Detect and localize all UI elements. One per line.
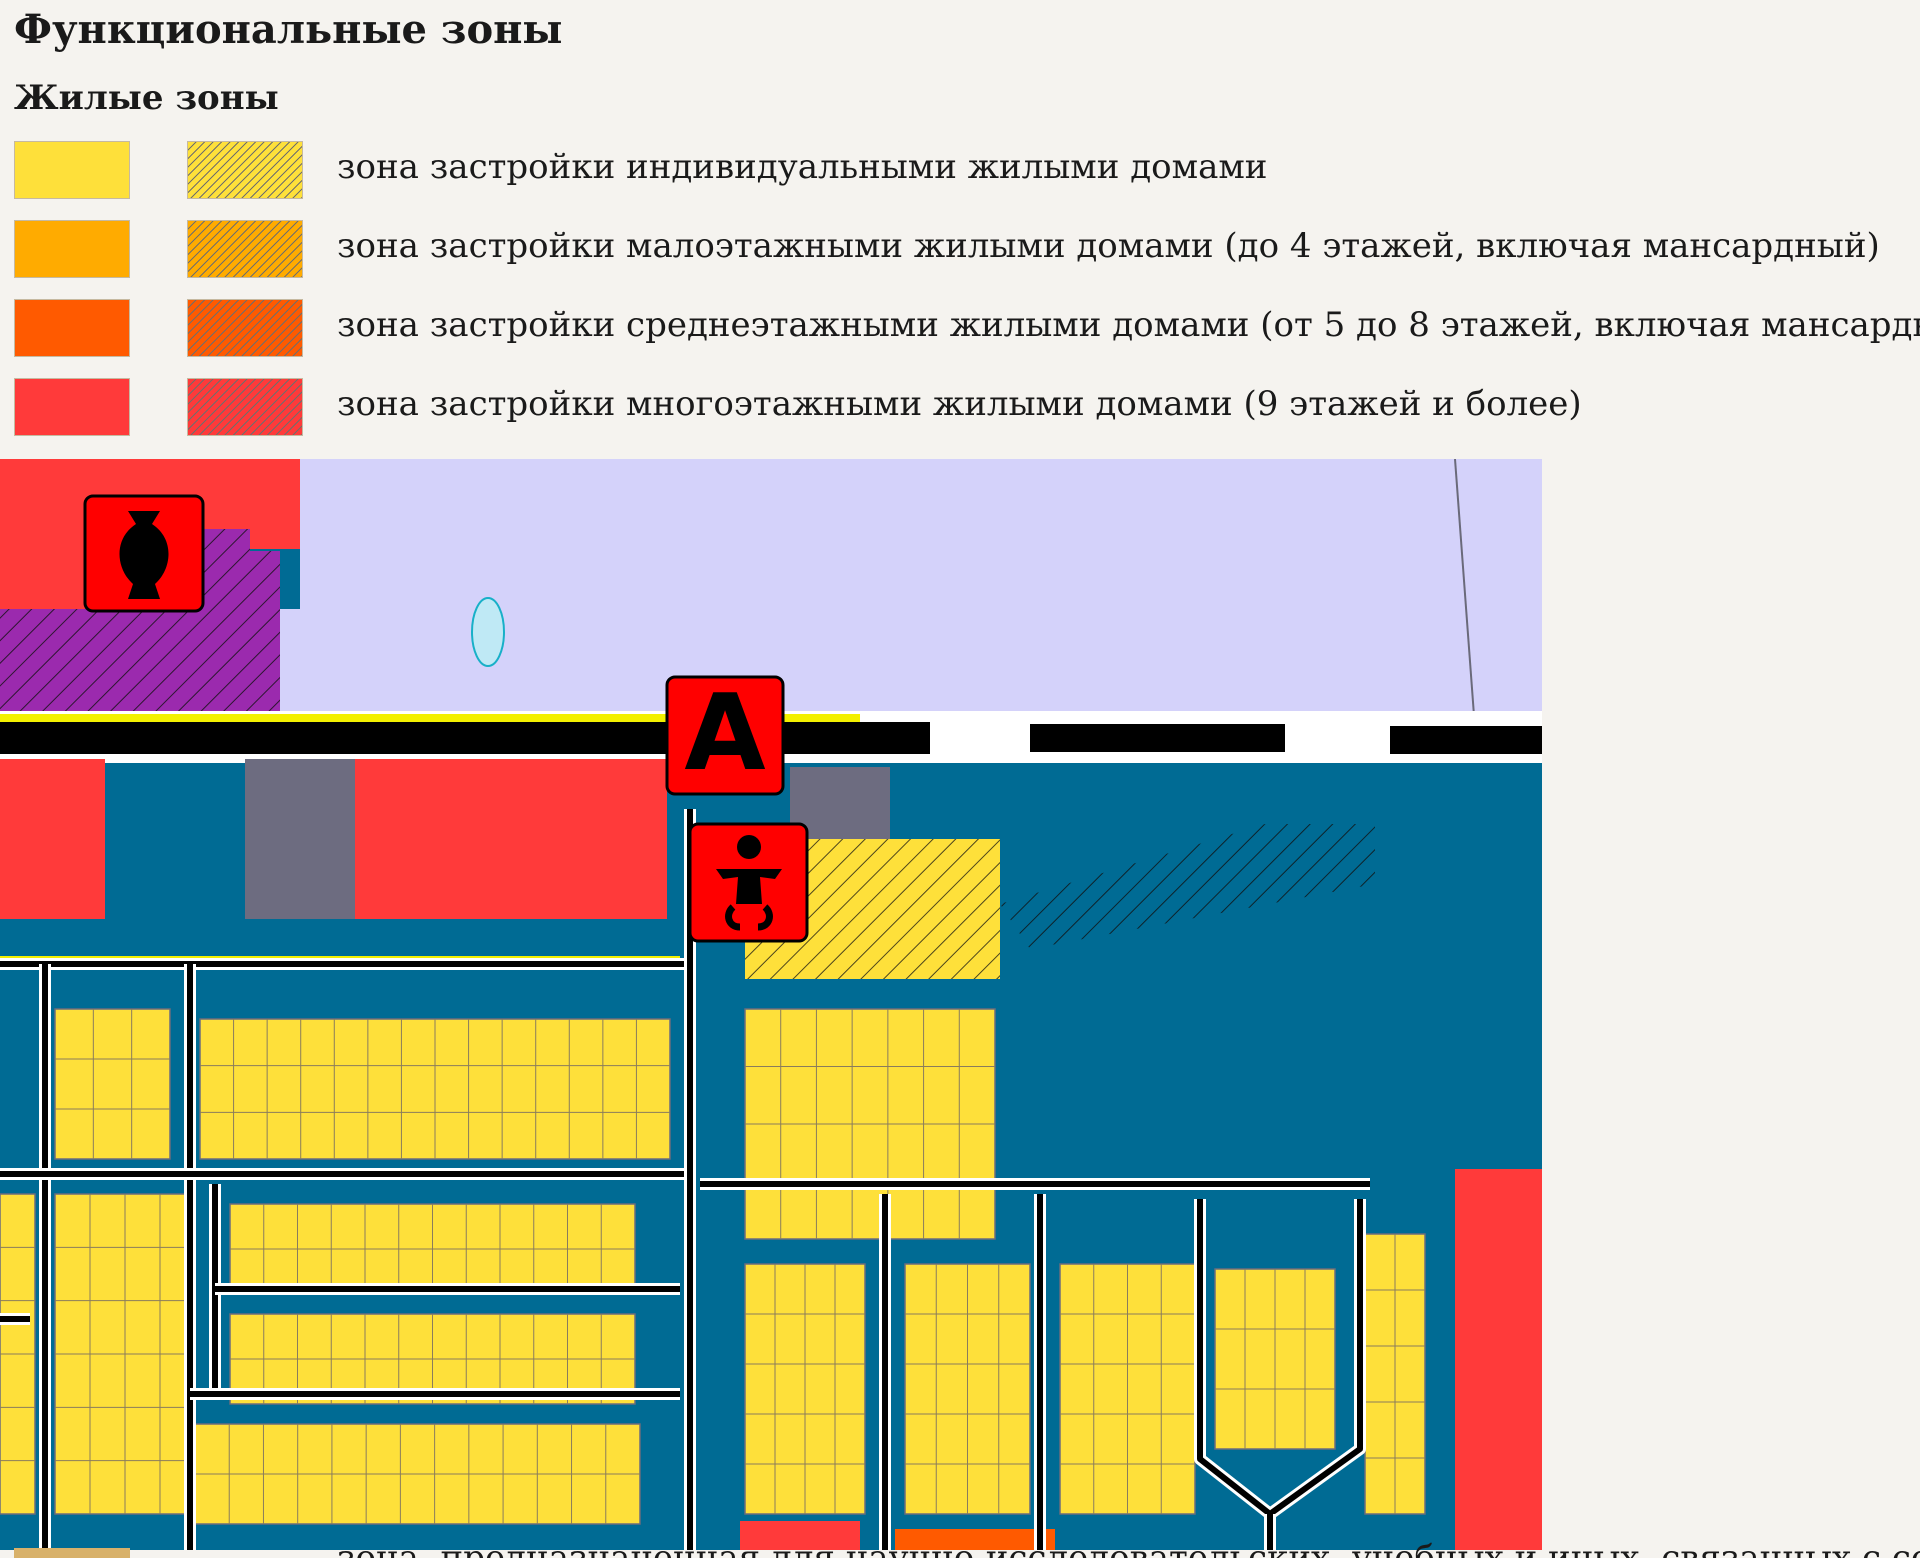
page-title: Функциональные зоны <box>14 6 563 53</box>
legend-label: зона застройки многоэтажными жилыми дома… <box>337 384 1582 424</box>
road-main-black <box>0 722 930 754</box>
bus-stop-letter: A <box>684 672 765 794</box>
legend-swatch-hatched <box>187 299 303 357</box>
zone-high-rise <box>0 759 105 919</box>
legend-row: зона застройки индивидуальными жилыми до… <box>0 141 1920 201</box>
child-icon-head <box>737 835 761 859</box>
legend-swatch-solid <box>14 378 130 436</box>
legend-swatch-hatched <box>187 378 303 436</box>
legend-label: зона застройки малоэтажными жилыми домам… <box>337 226 1880 266</box>
legend-swatch-solid <box>14 299 130 357</box>
section-title: Жилые зоны <box>14 78 279 118</box>
legend-swatch-hatched <box>187 141 303 199</box>
zone-grey <box>245 759 355 919</box>
legend-swatch-cutoff <box>14 1548 130 1558</box>
legend-swatch-solid <box>14 220 130 278</box>
legend-swatch-solid <box>14 141 130 199</box>
legend-row: зона застройки среднеэтажными жилыми дом… <box>0 299 1920 359</box>
road-dash <box>1390 726 1542 754</box>
road-dash <box>1030 724 1285 752</box>
pond <box>471 597 505 667</box>
map-fragment: A <box>0 459 1542 1550</box>
legend-label: зона застройки среднеэтажными жилыми дом… <box>337 305 1920 345</box>
zone-high-rise <box>355 759 667 919</box>
legend-row: зона застройки малоэтажными жилыми домам… <box>0 220 1920 280</box>
legend-swatch-hatched <box>187 220 303 278</box>
zone-high-rise <box>1455 1169 1542 1550</box>
legend-label-cutoff: зона, предназначенная для научно-исследо… <box>337 1538 1920 1558</box>
legend-label: зона застройки индивидуальными жилыми до… <box>337 147 1268 187</box>
legend-row: зона застройки многоэтажными жилыми дома… <box>0 378 1920 438</box>
zone-individual <box>54 1008 171 1160</box>
